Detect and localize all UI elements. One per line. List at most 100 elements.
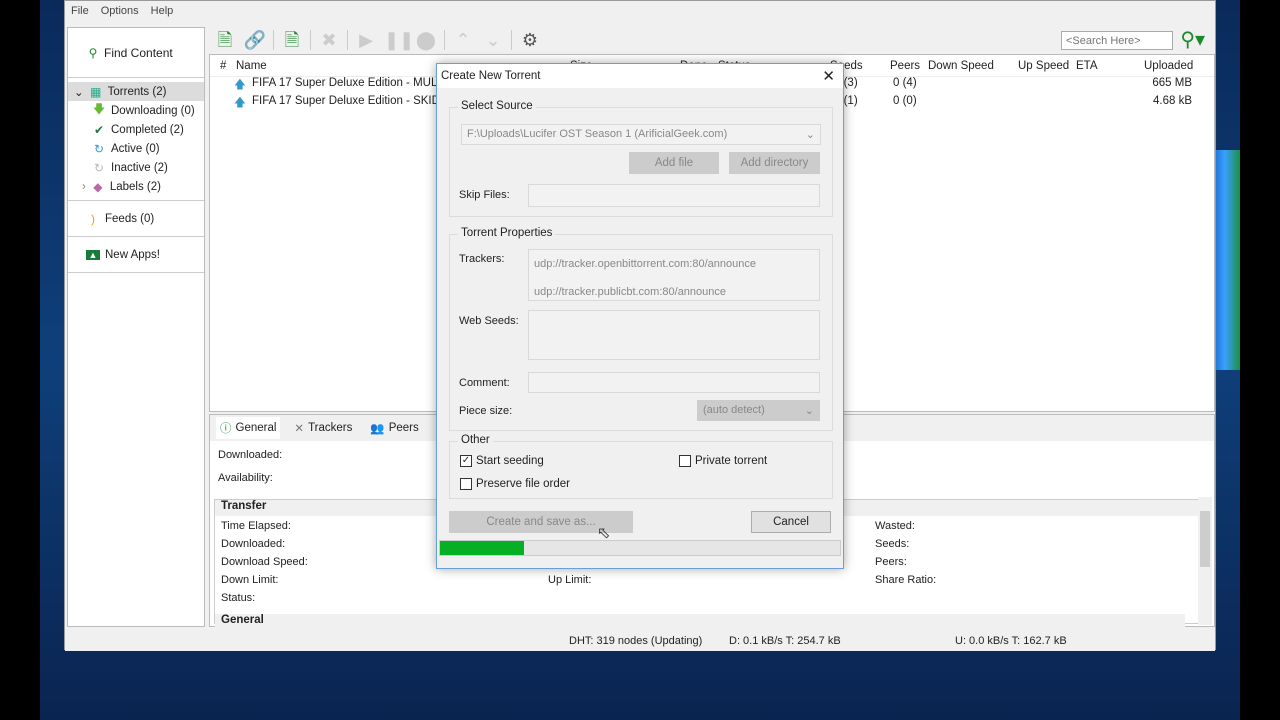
uploaded: 665 MB [1152,77,1192,89]
web-seeds-textarea[interactable] [528,310,820,360]
move-up-icon[interactable]: ⌃ [451,28,475,52]
create-torrent-icon[interactable]: 🗎 [280,28,304,52]
menu-help[interactable]: Help [151,5,174,25]
label: Active (0) [111,142,160,155]
piece-size-select[interactable]: (auto detect) ⌄ [697,400,820,421]
other-group: Other ✓ Start seeding Private torrent Pre… [449,434,833,499]
sidebar-item-feeds[interactable]: ) Feeds (0) [68,201,204,237]
sidebar-item-new-apps[interactable]: ▲ New Apps! [68,237,204,273]
column-name[interactable]: Name [236,60,267,72]
scrollbar-thumb[interactable] [1200,511,1210,567]
toolbar: 🗎 🔗 🗎 ✖ ▶ ❚❚ ⬤ ⌃ ⌄ ⚙ ⚲▾ [211,27,1217,53]
divider [310,30,311,50]
checkbox-label: Preserve file order [476,478,570,490]
gear-icon[interactable]: ⚙ [518,28,542,52]
downloaded-label: Downloaded: [218,449,283,461]
sidebar-item-completed[interactable]: ✔ Completed (2) [68,120,204,139]
general-heading: General [215,614,1185,630]
column-number[interactable]: # [220,60,226,72]
sidebar-item-downloading[interactable]: 🡇 Downloading (0) [68,101,204,120]
close-icon[interactable]: ✕ [822,67,835,85]
divider [444,30,445,50]
active-arrows-icon: ↻ [93,141,105,156]
label: Torrents (2) [107,85,167,98]
checkbox-label: Start seeding [476,455,544,467]
label: Labels (2) [109,180,161,193]
pause-icon[interactable]: ❚❚ [384,28,414,52]
add-directory-button[interactable]: Add directory [729,152,820,174]
down-limit-label: Down Limit: [221,574,279,586]
time-elapsed-label: Time Elapsed: [221,520,291,532]
select-source-group: Select Source F:\Uploads\Lucifer OST Sea… [449,100,833,217]
mouse-cursor-icon: ⬁ [597,525,611,542]
private-torrent-checkbox[interactable]: Private torrent [679,455,767,467]
add-url-icon[interactable]: 🔗 [243,28,267,52]
checkbox-checked-icon: ✓ [460,455,472,467]
menu-file[interactable]: File [71,5,89,25]
add-file-button[interactable]: Add file [629,152,719,174]
sidebar-item-torrents[interactable]: ⌄ ▦ Torrents (2) [68,82,204,101]
comment-input[interactable] [528,372,820,393]
skip-files-input[interactable] [528,184,820,207]
label: Inactive (2) [111,161,168,174]
tab-trackers[interactable]: ✕ Trackers [290,418,356,438]
search-icon: ⚲ [88,45,98,60]
peers-icon: 👥 [370,423,385,435]
menu-options[interactable]: Options [101,5,139,25]
trackers-icon: ✕ [294,423,305,435]
upload-arrow-icon: 🡅 [234,79,246,91]
status-bar: DHT: 319 nodes (Updating) D: 0.1 kB/s T:… [65,631,1215,651]
group-title: Select Source [458,100,536,112]
progress-fill [440,541,524,555]
column-peers[interactable]: Peers [890,60,920,72]
upload-arrow-icon: 🡅 [234,97,246,109]
torrent-properties-group: Torrent Properties Trackers: udp://track… [449,227,833,431]
torrents-icon: ▦ [89,84,102,99]
source-path: F:\Uploads\Lucifer OST Season 1 (Arifici… [467,128,728,140]
find-content-button[interactable]: ⚲ Find Content [68,28,204,78]
column-down-speed[interactable]: Down Speed [928,60,994,72]
up-limit-label: Up Limit: [548,574,592,586]
peers-label: Peers: [875,556,907,568]
add-torrent-icon[interactable]: 🗎 [213,28,237,52]
scrollbar[interactable] [1198,497,1212,625]
preserve-file-order-checkbox[interactable]: Preserve file order [460,478,570,490]
label: Completed (2) [111,123,184,136]
sidebar-item-labels[interactable]: › ◆ Labels (2) [68,177,204,196]
column-eta[interactable]: ETA [1076,60,1098,72]
divider [347,30,348,50]
chevron-down-icon: ⌄ [804,405,814,417]
sidebar: ⚲ Find Content ⌄ ▦ Torrents (2) 🡇 Downloadin… [67,27,205,627]
move-down-icon[interactable]: ⌄ [481,28,505,52]
chevron-right-icon[interactable]: › [82,181,86,193]
torrent-name: FIFA 17 Super Deluxe Edition - MULTI1 [252,77,454,89]
chevron-down-icon[interactable]: ⌄ [74,85,84,99]
sidebar-item-active[interactable]: ↻ Active (0) [68,139,204,158]
dialog-title: Create New Torrent [441,70,541,82]
column-up-speed[interactable]: Up Speed [1018,60,1069,72]
remove-icon[interactable]: ✖ [317,28,341,52]
find-content-label: Find Content [104,45,173,60]
cancel-button[interactable]: Cancel [751,511,831,533]
tab-peers[interactable]: 👥 Peers [366,418,422,438]
stop-icon[interactable]: ⬤ [414,28,438,52]
info-icon: ⓘ [220,423,232,435]
search-icon[interactable]: ⚲▾ [1180,27,1205,52]
piece-size-value: (auto detect) [703,404,765,416]
source-path-combobox[interactable]: F:\Uploads\Lucifer OST Season 1 (Arifici… [461,124,821,145]
search-input[interactable] [1061,31,1173,50]
start-seeding-checkbox[interactable]: ✓ Start seeding [460,455,544,467]
peers: 0 (0) [893,95,917,107]
column-uploaded[interactable]: Uploaded [1144,60,1193,72]
play-icon[interactable]: ▶ [354,28,378,52]
torrent-name: FIFA 17 Super Deluxe Edition - SKIDRO [252,95,458,107]
tab-general[interactable]: ⓘ General [216,417,281,439]
sidebar-item-inactive[interactable]: ↻ Inactive (2) [68,158,204,177]
comment-label: Comment: [459,377,510,389]
upload-status: U: 0.0 kB/s T: 162.7 kB [955,635,1067,647]
tracker-url: udp://tracker.publicbt.com:80/announce [534,286,727,298]
trackers-textarea[interactable]: udp://tracker.openbittorrent.com:80/anno… [528,249,820,301]
checkbox-label: Private torrent [695,455,768,467]
piece-size-label: Piece size: [459,405,513,417]
share-ratio-label: Share Ratio: [875,574,937,586]
